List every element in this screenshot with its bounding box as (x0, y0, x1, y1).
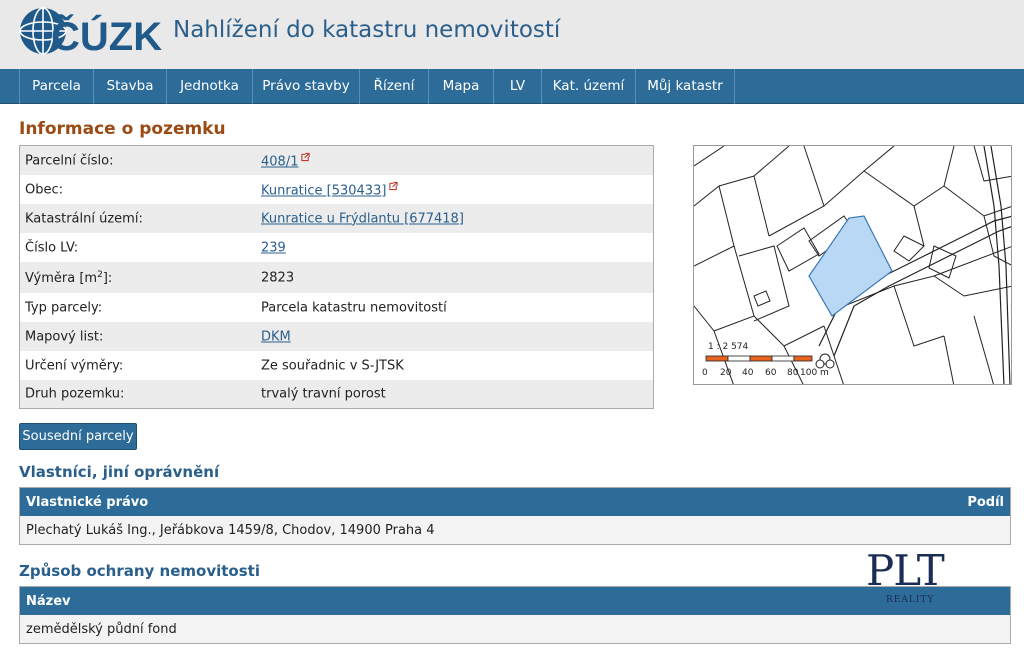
row-lv-number: Číslo LV: 239 (20, 233, 653, 262)
nav-muj-katastr[interactable]: Můj katastr (636, 69, 735, 104)
row-area: Výměra [m2]: 2823 (20, 262, 653, 293)
logo-text: ČÚZK (51, 13, 162, 57)
neighbors-button[interactable]: Sousední parcely (19, 423, 137, 450)
value-area-method: Ze souřadnic v S-JTSK (261, 358, 404, 373)
label-land-type: Druh pozemku: (25, 386, 125, 402)
scale-tick-20: 20 (720, 368, 732, 378)
value-land-type: trvalý travní porost (261, 386, 386, 402)
parcel-info-heading: Informace o pozemku (19, 119, 226, 139)
row-parcel-number: Parcelní číslo: 408/1 (20, 146, 653, 175)
table-row: Plechatý Lukáš Ing., Jeřábkova 1459/8, C… (20, 516, 1010, 544)
watermark-logo: PLT (866, 546, 945, 595)
owners-col-share: Podíl (967, 495, 1004, 510)
nav-rizeni[interactable]: Řízení (360, 69, 429, 104)
plt-reality-watermark: PLT REALITY (866, 548, 962, 610)
watermark-subtitle: REALITY (886, 595, 935, 605)
row-parcel-type: Typ parcely: Parcela katastru nemovitost… (20, 293, 653, 322)
link-parcel-number[interactable]: 408/1 (261, 154, 298, 169)
label-area: Výměra [m2]: (25, 269, 113, 286)
scale-tick-100: 100 m (800, 368, 829, 378)
owners-table: Vlastnické právo Podíl Plechatý Lukáš In… (19, 487, 1011, 545)
scale-tick-40: 40 (742, 368, 754, 378)
cadastral-map[interactable]: 1 : 2 574 0 20 40 60 80 100 m (693, 145, 1012, 385)
external-link-icon[interactable] (301, 152, 311, 161)
label-lv-number: Číslo LV: (25, 240, 79, 255)
site-header: ČÚZK Nahlížení do katastru nemovitostí (0, 0, 1024, 69)
scale-tick-0: 0 (702, 368, 708, 378)
scale-tick-60: 60 (765, 368, 777, 378)
nav-pravo-stavby[interactable]: Právo stavby (253, 69, 360, 104)
site-title: Nahlížení do katastru nemovitostí (173, 17, 561, 43)
scale-tick-80: 80 (787, 368, 799, 378)
value-area: 2823 (261, 270, 295, 285)
scale-text: 1 : 2 574 (708, 342, 749, 352)
tree-icon (815, 353, 835, 369)
protection-entry: zemědělský půdní fond (26, 622, 177, 637)
link-lv-number[interactable]: 239 (261, 240, 286, 255)
main-nav: Parcela Stavba Jednotka Právo stavby Říz… (0, 69, 1024, 104)
protection-heading: Způsob ochrany nemovitosti (19, 562, 260, 580)
value-parcel-type: Parcela katastru nemovitostí (261, 300, 447, 315)
protection-col-name: Název (26, 594, 71, 609)
link-map-sheet[interactable]: DKM (261, 329, 291, 344)
external-link-icon[interactable] (389, 181, 399, 190)
owner-entry: Plechatý Lukáš Ing., Jeřábkova 1459/8, C… (26, 523, 435, 538)
link-municipality[interactable]: Kunratice [530433] (261, 183, 386, 198)
label-map-sheet: Mapový list: (25, 329, 104, 344)
parcel-info-table: Parcelní číslo: 408/1 Obec: Kunratice [5… (19, 145, 654, 409)
owners-heading: Vlastníci, jiní oprávnění (19, 463, 220, 481)
row-land-type: Druh pozemku: trvalý travní porost (20, 380, 653, 408)
nav-kat-uzemi[interactable]: Kat. území (542, 69, 636, 104)
scale-bar (705, 355, 813, 362)
row-map-sheet: Mapový list: DKM (20, 322, 653, 351)
label-area-method: Určení výměry: (25, 358, 124, 373)
nav-lv[interactable]: LV (494, 69, 542, 104)
map-drawing: 1 : 2 574 0 20 40 60 80 100 m (694, 146, 1011, 384)
owners-header-row: Vlastnické právo Podíl (20, 488, 1010, 516)
link-cadastral-area[interactable]: Kunratice u Frýdlantu [677418] (261, 211, 464, 226)
label-cadastral-area: Katastrální území: (25, 211, 143, 226)
label-parcel-number: Parcelní číslo: (25, 153, 114, 168)
row-area-method: Určení výměry: Ze souřadnic v S-JTSK (20, 351, 653, 380)
nav-jednotka[interactable]: Jednotka (167, 69, 253, 104)
protection-table: Název zemědělský půdní fond (19, 586, 1011, 644)
row-cadastral-area: Katastrální území: Kunratice u Frýdlantu… (20, 204, 653, 233)
nav-stavba[interactable]: Stavba (94, 69, 167, 104)
table-row: zemědělský půdní fond (20, 615, 1010, 643)
protection-header-row: Název (20, 587, 1010, 615)
nav-mapa[interactable]: Mapa (429, 69, 494, 104)
nav-parcela[interactable]: Parcela (19, 69, 94, 104)
label-municipality: Obec: (25, 182, 64, 197)
highlighted-parcel (808, 215, 893, 317)
label-parcel-type: Typ parcely: (25, 300, 103, 315)
row-municipality: Obec: Kunratice [530433] (20, 175, 653, 204)
owners-col-right: Vlastnické právo (26, 495, 149, 510)
cuzk-logo[interactable]: ČÚZK (18, 5, 168, 57)
